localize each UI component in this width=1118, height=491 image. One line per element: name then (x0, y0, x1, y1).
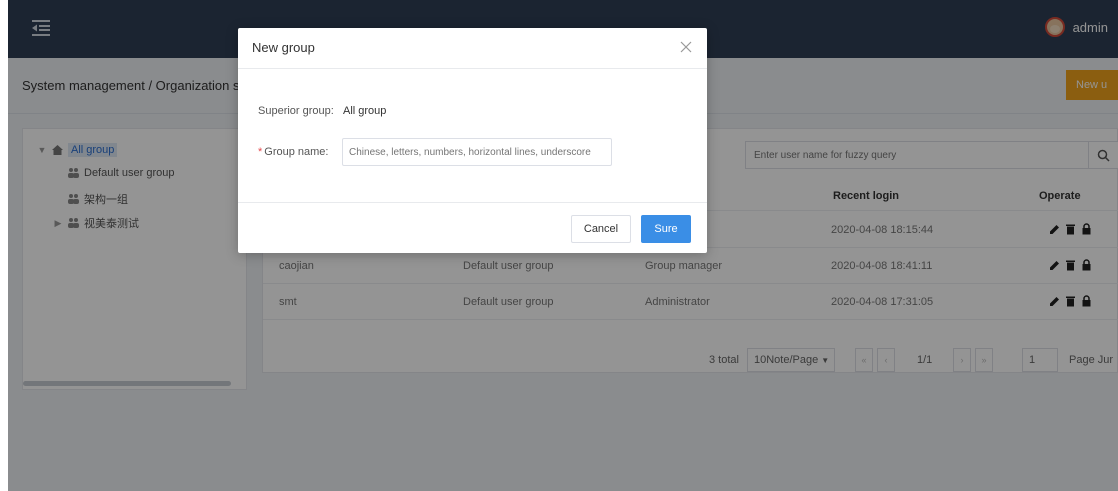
close-icon[interactable] (679, 40, 693, 54)
dialog-title: New group (252, 40, 315, 55)
group-name-label-text: Group name: (264, 146, 329, 158)
superior-group-label: Superior group: (258, 105, 334, 117)
new-group-dialog: New group Superior group: All group * Gro… (238, 28, 707, 253)
group-name-label: * Group name: (258, 146, 328, 158)
superior-group-value: All group (343, 105, 387, 117)
required-marker: * (258, 146, 263, 158)
sure-button[interactable]: Sure (641, 215, 691, 243)
cancel-button[interactable]: Cancel (571, 215, 631, 243)
divider (238, 68, 707, 69)
group-name-input[interactable] (342, 138, 612, 166)
divider (238, 202, 707, 203)
